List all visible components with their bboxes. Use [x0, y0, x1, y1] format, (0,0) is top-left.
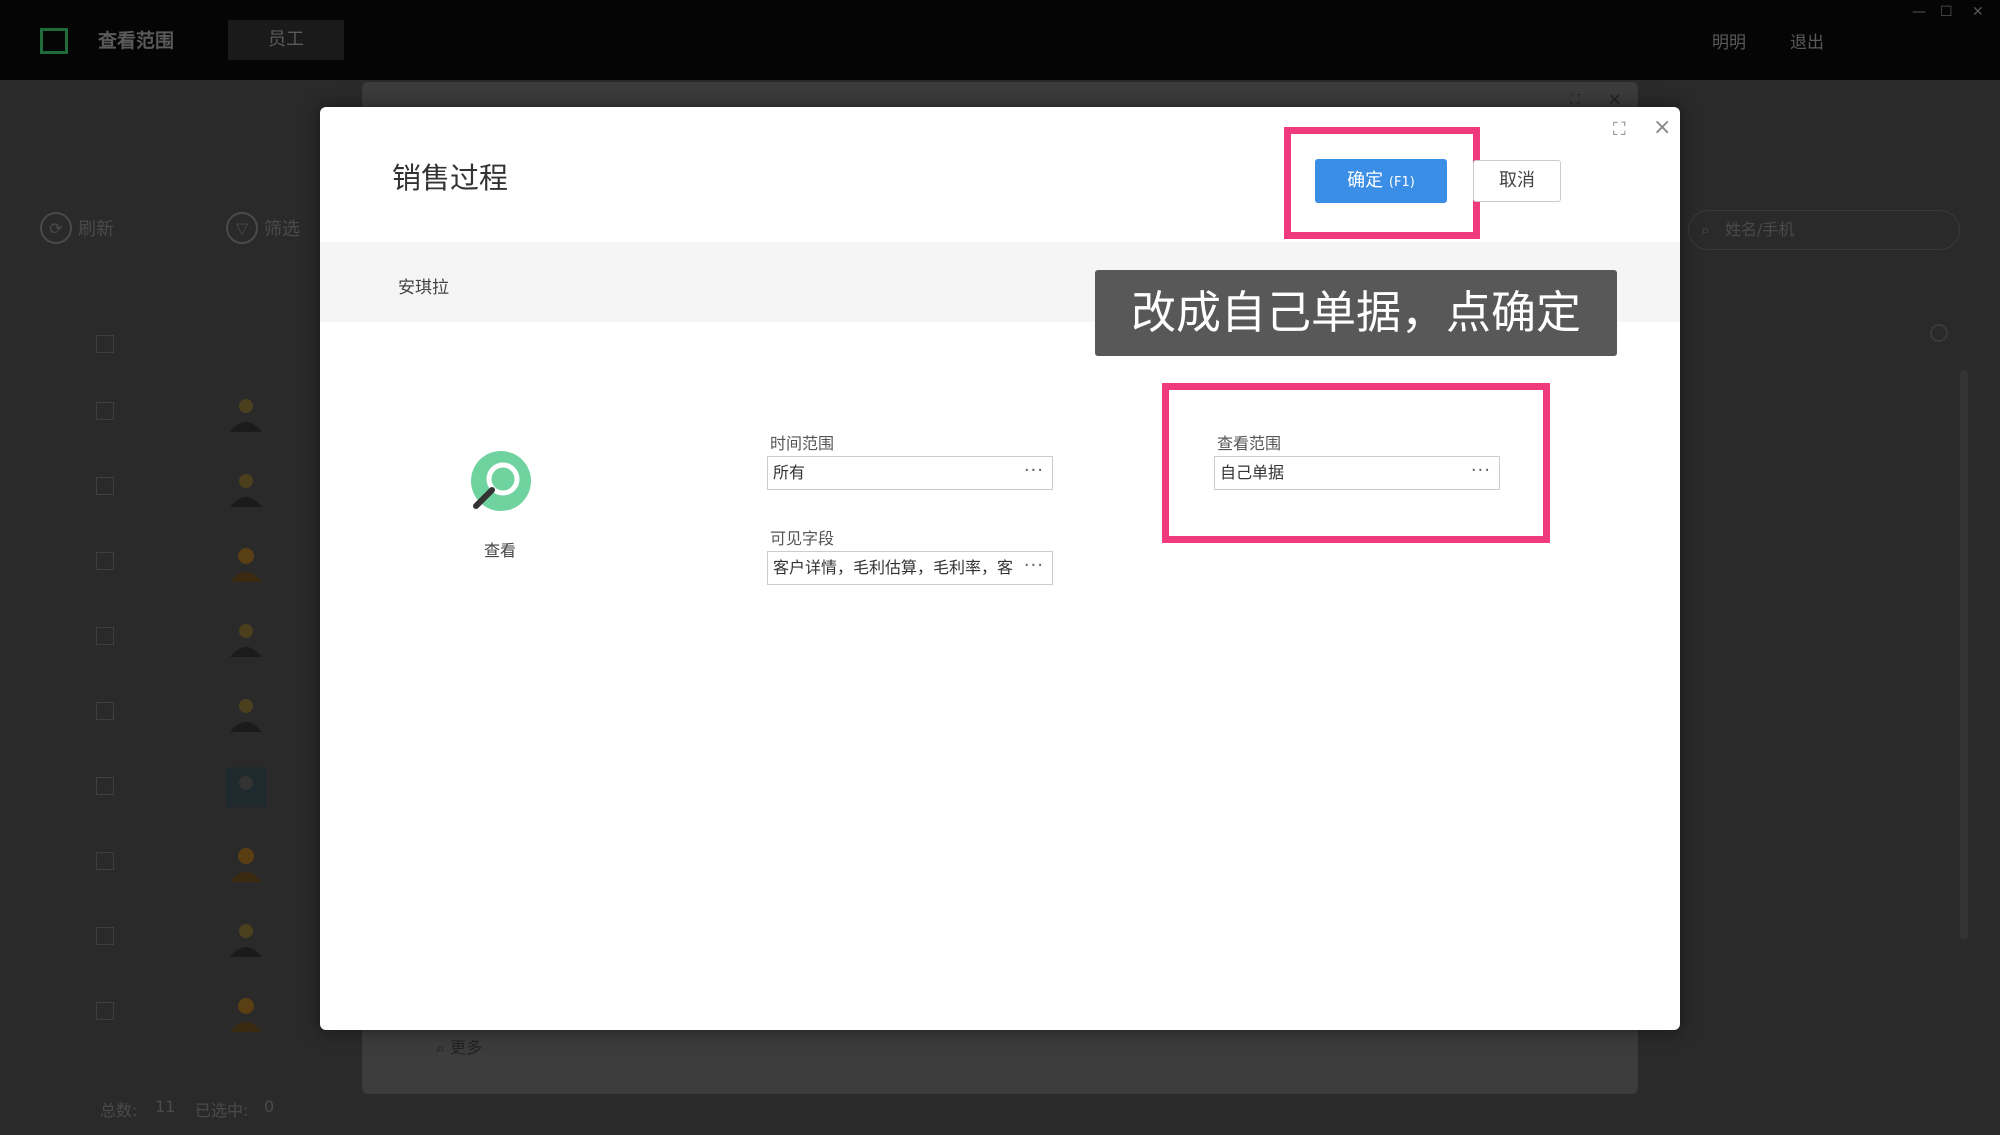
cancel-button[interactable]: 取消 — [1473, 160, 1561, 202]
avatar — [230, 474, 262, 507]
view-scope-label: 查看范围 — [1217, 434, 1282, 453]
selected-user-name: 安琪拉 — [398, 278, 449, 298]
more-options-icon[interactable]: ··· — [1471, 455, 1491, 487]
window-close-button[interactable]: ✕ — [1972, 4, 1984, 20]
avatar — [230, 548, 262, 582]
more-options-icon[interactable]: ··· — [1024, 455, 1044, 487]
table-row[interactable] — [96, 842, 262, 892]
footer-selected-label: 已选中: — [195, 1101, 249, 1120]
user-link[interactable]: 明明 — [1712, 28, 1746, 53]
search-icon: ⌕ — [1701, 220, 1710, 239]
row-checkbox[interactable] — [96, 777, 114, 795]
filter-label: 筛选 — [264, 219, 300, 240]
time-range-label: 时间范围 — [770, 434, 835, 453]
ok-label: 确定 — [1347, 170, 1384, 191]
table-row[interactable] — [96, 392, 262, 442]
row-checkbox[interactable] — [96, 852, 114, 870]
footer-total-count: 11 — [155, 1097, 176, 1116]
view-scope-value: 自己单据 — [1220, 463, 1285, 482]
refresh-label: 刷新 — [78, 219, 114, 240]
refresh-button[interactable]: ⟳ 刷新 — [40, 212, 114, 244]
avatar — [230, 998, 262, 1032]
ok-shortcut: (F1) — [1388, 175, 1415, 190]
more-label: 更多 — [450, 1038, 483, 1057]
search-placeholder: 姓名/手机 — [1725, 220, 1795, 239]
more-button[interactable]: ⌕ 更多 — [436, 1034, 482, 1058]
minimize-button[interactable]: — — [1912, 4, 1926, 20]
refresh-icon: ⟳ — [40, 212, 72, 244]
filter-icon: ▽ — [226, 212, 258, 244]
background-dialog-expand-icon: ⛶ — [1570, 92, 1580, 108]
tab-employee[interactable]: 员工 — [228, 20, 344, 60]
instruction-tooltip: 改成自己单据，点确定 — [1095, 270, 1617, 356]
ok-button[interactable]: 确定 (F1) — [1315, 159, 1447, 203]
app-logo-icon — [40, 28, 68, 54]
table-row[interactable] — [96, 917, 262, 967]
avatar — [230, 699, 262, 732]
row-checkbox[interactable] — [96, 927, 114, 945]
row-checkbox[interactable] — [96, 402, 114, 420]
row-checkbox[interactable] — [96, 1002, 114, 1020]
more-options-icon[interactable]: ··· — [1024, 550, 1044, 582]
row-checkbox[interactable] — [96, 552, 114, 570]
row-checkbox[interactable] — [96, 627, 114, 645]
footer-selected-count: 0 — [264, 1097, 275, 1116]
filter-button[interactable]: ▽ 筛选 — [226, 212, 300, 244]
view-permission-label: 查看 — [484, 541, 517, 560]
select-all-checkbox[interactable] — [96, 335, 114, 353]
avatar — [226, 767, 266, 807]
dialog-title: 销售过程 — [392, 161, 509, 195]
view-scope-field[interactable]: 自己单据 ··· — [1214, 456, 1500, 490]
permission-dialog: 销售过程 ⛶ × 确定 (F1) 取消 安琪拉 改成自己单据，点确定 查看 时间… — [320, 107, 1680, 1030]
time-range-value: 所有 — [773, 463, 806, 482]
table-row[interactable] — [96, 617, 262, 667]
app-title: 查看范围 — [98, 30, 175, 52]
row-checkbox[interactable] — [96, 477, 114, 495]
close-icon[interactable]: × — [1653, 115, 1671, 140]
search-more-icon: ⌕ — [436, 1038, 445, 1057]
table-row[interactable] — [96, 467, 262, 517]
table-row[interactable] — [96, 992, 262, 1042]
visible-fields-field[interactable]: 客户详情，毛利估算，毛利率，客 ··· — [767, 551, 1053, 585]
search-input[interactable]: ⌕ 姓名/手机 — [1688, 210, 1960, 250]
avatar — [230, 624, 262, 657]
view-permission-icon[interactable] — [470, 450, 532, 512]
table-header-row — [96, 325, 256, 375]
table-row[interactable] — [96, 767, 266, 817]
footer-total-label: 总数: — [100, 1101, 138, 1120]
logout-link[interactable]: 退出 — [1790, 28, 1824, 53]
table-row[interactable] — [96, 542, 262, 592]
table-row[interactable] — [96, 692, 262, 742]
avatar — [230, 399, 262, 432]
settings-icon[interactable] — [1930, 324, 1948, 342]
avatar — [230, 848, 262, 882]
time-range-field[interactable]: 所有 ··· — [767, 456, 1053, 490]
visible-fields-label: 可见字段 — [770, 529, 835, 548]
maximize-button[interactable]: ☐ — [1940, 4, 1953, 20]
scrollbar[interactable] — [1960, 370, 1968, 940]
visible-fields-value: 客户详情，毛利估算，毛利率，客 — [773, 558, 1014, 577]
expand-icon[interactable]: ⛶ — [1613, 119, 1626, 140]
avatar — [230, 924, 262, 957]
row-checkbox[interactable] — [96, 702, 114, 720]
